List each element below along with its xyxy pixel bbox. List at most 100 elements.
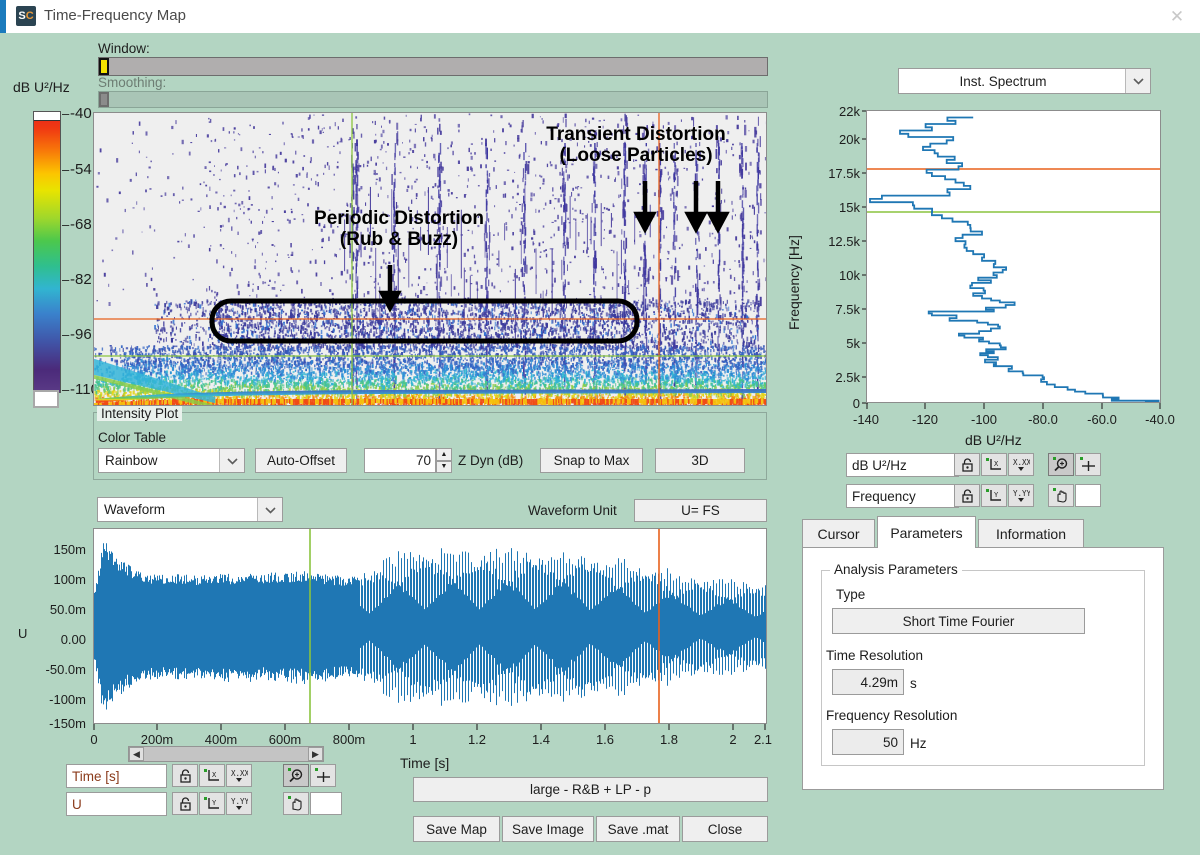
spectrum-x-tick: -100 [970, 412, 998, 427]
waveform-y-tick: -100m [49, 692, 86, 707]
x-format-icon[interactable]: X.XX [1008, 453, 1034, 476]
spectrum-x-axis-field[interactable]: dB U²/Hz [846, 453, 959, 477]
save-image-button[interactable]: Save Image [502, 816, 594, 842]
annotation-line: Periodic Distortion [314, 208, 484, 229]
stepper-down-icon[interactable]: ▼ [436, 460, 452, 473]
stepper-up-icon[interactable]: ▲ [436, 448, 452, 461]
save-map-button[interactable]: Save Map [413, 816, 500, 842]
spectrum-y-tick: 15k [839, 200, 860, 215]
waveform-x-tick: 1.2 [467, 732, 487, 747]
type-label: Type [836, 587, 866, 602]
colorbar-gradient [33, 111, 61, 393]
colorbar-tick: -82 [70, 271, 92, 288]
color-table-value: Rainbow [105, 453, 158, 468]
tab-cursor[interactable]: Cursor [802, 519, 875, 548]
spectrum-source-select[interactable]: Inst. Spectrum [898, 68, 1151, 94]
waveform-source-select[interactable]: Waveform [97, 497, 283, 522]
spectrum-y-tick: 22k [839, 104, 860, 119]
waveform-y-tick: 150m [53, 542, 86, 557]
scroll-right-icon[interactable]: ▶ [308, 747, 323, 761]
colorbar-offset-swatch[interactable] [33, 390, 59, 408]
waveform-unit-label: Waveform Unit [528, 503, 617, 518]
zoom-icon[interactable] [1048, 453, 1074, 476]
intensity-plot-group-title: Intensity Plot [97, 406, 183, 421]
spectrum-plot[interactable] [866, 110, 1161, 403]
chevron-down-icon[interactable] [1125, 69, 1150, 93]
autoscale-y-icon[interactable]: Y [981, 484, 1007, 507]
y-format-icon[interactable]: Y.YY [1008, 484, 1034, 507]
window-accent-bar [0, 0, 6, 33]
z-dyn-stepper[interactable]: ▲ ▼ [436, 448, 452, 473]
save-mat-button[interactable]: Save .mat [596, 816, 680, 842]
waveform-y-tick: 100m [53, 572, 86, 587]
waveform-x-axis-field[interactable]: Time [s] [66, 764, 167, 788]
color-table-select[interactable]: Rainbow [98, 448, 245, 473]
spectrum-y-tick: 20k [839, 132, 860, 147]
three-d-button[interactable]: 3D [655, 448, 745, 473]
waveform-plot[interactable] [93, 528, 767, 724]
pan-hand-icon[interactable] [283, 792, 309, 815]
frequency-resolution-label: Frequency Resolution [826, 708, 958, 723]
tab-information[interactable]: Information [978, 519, 1084, 548]
autoscale-y-icon[interactable]: Y [199, 792, 225, 815]
crosshair-icon[interactable] [310, 764, 336, 787]
app-logo-icon: SC [16, 6, 36, 26]
window-slider-handle[interactable] [99, 58, 109, 75]
waveform-y-tick: -150m [49, 716, 86, 731]
window-slider[interactable] [98, 57, 768, 76]
crosshair-icon[interactable] [1075, 453, 1101, 476]
lock-icon[interactable] [954, 453, 980, 476]
lock-icon[interactable] [172, 764, 198, 787]
close-icon[interactable]: ✕ [1154, 0, 1200, 33]
colorbar-tick: -68 [70, 216, 92, 233]
snap-to-max-button[interactable]: Snap to Max [540, 448, 643, 473]
scroll-left-icon[interactable]: ◀ [129, 747, 144, 761]
spectrum-y-tick: 2.5k [835, 370, 860, 385]
smoothing-slider-handle[interactable] [99, 92, 109, 107]
close-button[interactable]: Close [682, 816, 768, 842]
spectrum-x-tick: -140 [852, 412, 880, 427]
waveform-x-axis-ticks [93, 724, 766, 730]
colorbar-tick: -54 [70, 161, 92, 178]
lock-icon[interactable] [954, 484, 980, 507]
smoothing-slider[interactable] [98, 91, 768, 108]
zoom-icon[interactable] [283, 764, 309, 787]
pan-hand-icon[interactable] [1048, 484, 1074, 507]
color-table-label: Color Table [98, 430, 167, 445]
spectrogram-plot[interactable]: Transient Distortion (Loose Particles) Pe… [93, 112, 767, 406]
auto-offset-button[interactable]: Auto-Offset [255, 448, 347, 473]
autoscale-x-icon[interactable]: X [981, 453, 1007, 476]
waveform-y-axis-field[interactable]: U [66, 792, 167, 816]
chevron-down-icon[interactable] [219, 449, 244, 472]
dataset-name-button[interactable]: large - R&B + LP - p [413, 777, 768, 802]
spectrum-y-tick: 7.5k [835, 302, 860, 317]
annotation-line: (Loose Particles) [559, 145, 713, 167]
color-swatch-icon[interactable] [1075, 484, 1101, 507]
waveform-x-tick: 1.6 [595, 732, 615, 747]
z-dyn-input[interactable]: 70 [364, 448, 436, 473]
spectrum-y-tick: 5k [846, 336, 860, 351]
spectrum-y-axis-title: Frequency [Hz] [786, 235, 802, 330]
waveform-unit-button[interactable]: U= FS [634, 499, 767, 522]
frequency-resolution-value: 50 [832, 729, 904, 755]
waveform-x-tick: 2.1 [753, 732, 773, 747]
y-format-icon[interactable]: Y.YY [226, 792, 252, 815]
color-swatch-icon[interactable] [310, 792, 342, 815]
waveform-y-tick: 50.0m [49, 602, 86, 617]
waveform-scrollbar[interactable]: ◀ ▶ [128, 746, 324, 762]
z-dyn-label: Z Dyn (dB) [458, 453, 524, 468]
annotation-line: (Rub & Buzz) [339, 229, 459, 251]
lock-icon[interactable] [172, 792, 198, 815]
tab-parameters[interactable]: Parameters [877, 516, 976, 548]
analysis-parameters-title: Analysis Parameters [830, 562, 962, 577]
spectrum-x-tick: -60.0 [1087, 412, 1117, 427]
smoothing-slider-label: Smoothing: [98, 75, 167, 90]
autoscale-x-icon[interactable]: X [199, 764, 225, 787]
analysis-type-value[interactable]: Short Time Fourier [832, 608, 1085, 634]
waveform-x-axis-title: Time [s] [400, 755, 450, 771]
spectrum-y-axis-field[interactable]: Frequency [846, 484, 959, 508]
annotation-transient-distortion: Transient Distortion (Loose Particles) [506, 124, 766, 167]
x-format-icon[interactable]: X.XX [226, 764, 252, 787]
chevron-down-icon[interactable] [257, 498, 282, 521]
annotation-periodic-distortion: Periodic Distortion (Rub & Buzz) [274, 208, 524, 251]
